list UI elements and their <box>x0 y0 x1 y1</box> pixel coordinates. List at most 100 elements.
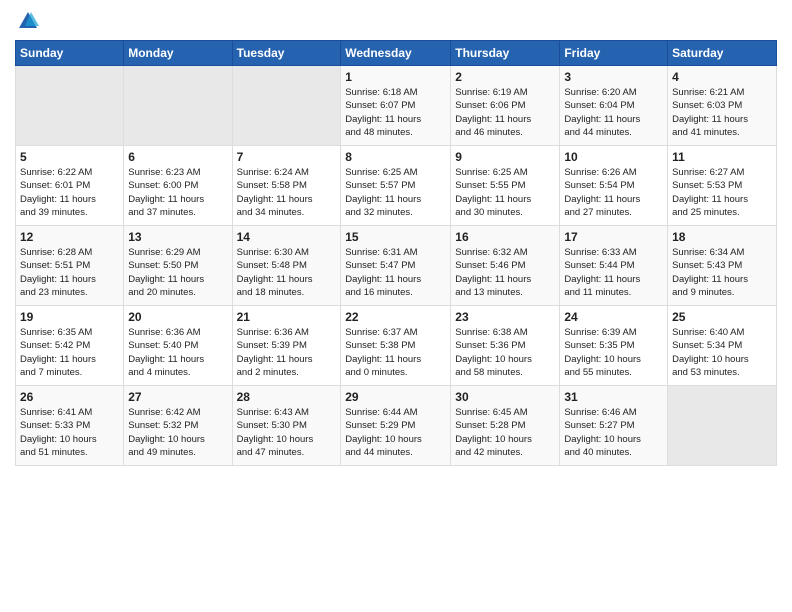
day-number: 1 <box>345 70 446 84</box>
day-number: 17 <box>564 230 663 244</box>
weekday-header-thursday: Thursday <box>451 41 560 66</box>
day-info: Sunrise: 6:38 AM Sunset: 5:36 PM Dayligh… <box>455 326 555 379</box>
calendar-cell <box>16 66 124 146</box>
day-number: 14 <box>237 230 337 244</box>
day-number: 30 <box>455 390 555 404</box>
day-info: Sunrise: 6:37 AM Sunset: 5:38 PM Dayligh… <box>345 326 446 379</box>
day-info: Sunrise: 6:24 AM Sunset: 5:58 PM Dayligh… <box>237 166 337 219</box>
day-number: 4 <box>672 70 772 84</box>
day-info: Sunrise: 6:34 AM Sunset: 5:43 PM Dayligh… <box>672 246 772 299</box>
day-info: Sunrise: 6:23 AM Sunset: 6:00 PM Dayligh… <box>128 166 227 219</box>
day-info: Sunrise: 6:18 AM Sunset: 6:07 PM Dayligh… <box>345 86 446 139</box>
day-number: 12 <box>20 230 119 244</box>
weekday-header-friday: Friday <box>560 41 668 66</box>
calendar-cell <box>124 66 232 146</box>
day-number: 23 <box>455 310 555 324</box>
calendar-cell: 16 Sunrise: 6:32 AM Sunset: 5:46 PM Dayli… <box>451 226 560 306</box>
calendar-cell: 9 Sunrise: 6:25 AM Sunset: 5:55 PM Daylig… <box>451 146 560 226</box>
day-number: 20 <box>128 310 227 324</box>
day-info: Sunrise: 6:46 AM Sunset: 5:27 PM Dayligh… <box>564 406 663 459</box>
weekday-header-tuesday: Tuesday <box>232 41 341 66</box>
day-info: Sunrise: 6:36 AM Sunset: 5:39 PM Dayligh… <box>237 326 337 379</box>
day-number: 25 <box>672 310 772 324</box>
day-number: 18 <box>672 230 772 244</box>
calendar-cell: 3Sunrise: 6:20 AM Sunset: 6:04 PM Daylig… <box>560 66 668 146</box>
day-info: Sunrise: 6:27 AM Sunset: 5:53 PM Dayligh… <box>672 166 772 219</box>
day-info: Sunrise: 6:29 AM Sunset: 5:50 PM Dayligh… <box>128 246 227 299</box>
day-info: Sunrise: 6:45 AM Sunset: 5:28 PM Dayligh… <box>455 406 555 459</box>
day-number: 16 <box>455 230 555 244</box>
calendar-cell: 19Sunrise: 6:35 AM Sunset: 5:42 PM Dayli… <box>16 306 124 386</box>
calendar-table: SundayMondayTuesdayWednesdayThursdayFrid… <box>15 40 777 466</box>
calendar-cell: 26Sunrise: 6:41 AM Sunset: 5:33 PM Dayli… <box>16 386 124 466</box>
logo-icon <box>17 10 39 32</box>
day-number: 24 <box>564 310 663 324</box>
day-info: Sunrise: 6:43 AM Sunset: 5:30 PM Dayligh… <box>237 406 337 459</box>
day-number: 27 <box>128 390 227 404</box>
weekday-header-saturday: Saturday <box>668 41 777 66</box>
day-number: 2 <box>455 70 555 84</box>
day-info: Sunrise: 6:32 AM Sunset: 5:46 PM Dayligh… <box>455 246 555 299</box>
day-info: Sunrise: 6:25 AM Sunset: 5:57 PM Dayligh… <box>345 166 446 219</box>
day-number: 11 <box>672 150 772 164</box>
day-info: Sunrise: 6:35 AM Sunset: 5:42 PM Dayligh… <box>20 326 119 379</box>
calendar-cell: 5Sunrise: 6:22 AM Sunset: 6:01 PM Daylig… <box>16 146 124 226</box>
calendar-cell: 11 Sunrise: 6:27 AM Sunset: 5:53 PM Dayli… <box>668 146 777 226</box>
calendar-cell: 29 Sunrise: 6:44 AM Sunset: 5:29 PM Dayli… <box>341 386 451 466</box>
calendar-cell: 8 Sunrise: 6:25 AM Sunset: 5:57 PM Daylig… <box>341 146 451 226</box>
calendar-cell: 7 Sunrise: 6:24 AM Sunset: 5:58 PM Daylig… <box>232 146 341 226</box>
weekday-header-monday: Monday <box>124 41 232 66</box>
day-number: 13 <box>128 230 227 244</box>
calendar-cell: 31 Sunrise: 6:46 AM Sunset: 5:27 PM Dayli… <box>560 386 668 466</box>
page: SundayMondayTuesdayWednesdayThursdayFrid… <box>0 0 792 612</box>
day-info: Sunrise: 6:31 AM Sunset: 5:47 PM Dayligh… <box>345 246 446 299</box>
calendar-cell: 14 Sunrise: 6:30 AM Sunset: 5:48 PM Dayli… <box>232 226 341 306</box>
day-info: Sunrise: 6:26 AM Sunset: 5:54 PM Dayligh… <box>564 166 663 219</box>
day-info: Sunrise: 6:25 AM Sunset: 5:55 PM Dayligh… <box>455 166 555 219</box>
day-info: Sunrise: 6:39 AM Sunset: 5:35 PM Dayligh… <box>564 326 663 379</box>
calendar-cell: 25 Sunrise: 6:40 AM Sunset: 5:34 PM Dayli… <box>668 306 777 386</box>
calendar-cell <box>232 66 341 146</box>
weekday-header-wednesday: Wednesday <box>341 41 451 66</box>
calendar-cell: 2 Sunrise: 6:19 AM Sunset: 6:06 PM Daylig… <box>451 66 560 146</box>
day-number: 22 <box>345 310 446 324</box>
day-number: 28 <box>237 390 337 404</box>
day-info: Sunrise: 6:44 AM Sunset: 5:29 PM Dayligh… <box>345 406 446 459</box>
calendar-cell: 17Sunrise: 6:33 AM Sunset: 5:44 PM Dayli… <box>560 226 668 306</box>
day-info: Sunrise: 6:40 AM Sunset: 5:34 PM Dayligh… <box>672 326 772 379</box>
calendar-cell: 12 Sunrise: 6:28 AM Sunset: 5:51 PM Dayli… <box>16 226 124 306</box>
day-number: 9 <box>455 150 555 164</box>
calendar-cell: 21 Sunrise: 6:36 AM Sunset: 5:39 PM Dayli… <box>232 306 341 386</box>
calendar-cell: 28 Sunrise: 6:43 AM Sunset: 5:30 PM Dayli… <box>232 386 341 466</box>
calendar-cell: 13 Sunrise: 6:29 AM Sunset: 5:50 PM Dayli… <box>124 226 232 306</box>
calendar-cell: 1 Sunrise: 6:18 AM Sunset: 6:07 PM Daylig… <box>341 66 451 146</box>
week-row-1: 1 Sunrise: 6:18 AM Sunset: 6:07 PM Daylig… <box>16 66 777 146</box>
day-info: Sunrise: 6:42 AM Sunset: 5:32 PM Dayligh… <box>128 406 227 459</box>
day-info: Sunrise: 6:36 AM Sunset: 5:40 PM Dayligh… <box>128 326 227 379</box>
day-number: 5 <box>20 150 119 164</box>
header <box>15 10 777 32</box>
day-number: 21 <box>237 310 337 324</box>
logo <box>15 10 39 32</box>
day-number: 31 <box>564 390 663 404</box>
day-info: Sunrise: 6:21 AM Sunset: 6:03 PM Dayligh… <box>672 86 772 139</box>
weekday-header-row: SundayMondayTuesdayWednesdayThursdayFrid… <box>16 41 777 66</box>
day-info: Sunrise: 6:41 AM Sunset: 5:33 PM Dayligh… <box>20 406 119 459</box>
calendar-cell: 22 Sunrise: 6:37 AM Sunset: 5:38 PM Dayli… <box>341 306 451 386</box>
day-number: 29 <box>345 390 446 404</box>
week-row-2: 5Sunrise: 6:22 AM Sunset: 6:01 PM Daylig… <box>16 146 777 226</box>
calendar-cell: 27 Sunrise: 6:42 AM Sunset: 5:32 PM Dayli… <box>124 386 232 466</box>
day-info: Sunrise: 6:30 AM Sunset: 5:48 PM Dayligh… <box>237 246 337 299</box>
calendar-cell: 4 Sunrise: 6:21 AM Sunset: 6:03 PM Daylig… <box>668 66 777 146</box>
weekday-header-sunday: Sunday <box>16 41 124 66</box>
calendar-cell: 20 Sunrise: 6:36 AM Sunset: 5:40 PM Dayli… <box>124 306 232 386</box>
day-number: 3 <box>564 70 663 84</box>
day-info: Sunrise: 6:19 AM Sunset: 6:06 PM Dayligh… <box>455 86 555 139</box>
day-info: Sunrise: 6:28 AM Sunset: 5:51 PM Dayligh… <box>20 246 119 299</box>
calendar-cell: 6Sunrise: 6:23 AM Sunset: 6:00 PM Daylig… <box>124 146 232 226</box>
calendar-cell: 24 Sunrise: 6:39 AM Sunset: 5:35 PM Dayli… <box>560 306 668 386</box>
calendar-cell: 23 Sunrise: 6:38 AM Sunset: 5:36 PM Dayli… <box>451 306 560 386</box>
day-number: 7 <box>237 150 337 164</box>
day-number: 8 <box>345 150 446 164</box>
week-row-3: 12 Sunrise: 6:28 AM Sunset: 5:51 PM Dayli… <box>16 226 777 306</box>
